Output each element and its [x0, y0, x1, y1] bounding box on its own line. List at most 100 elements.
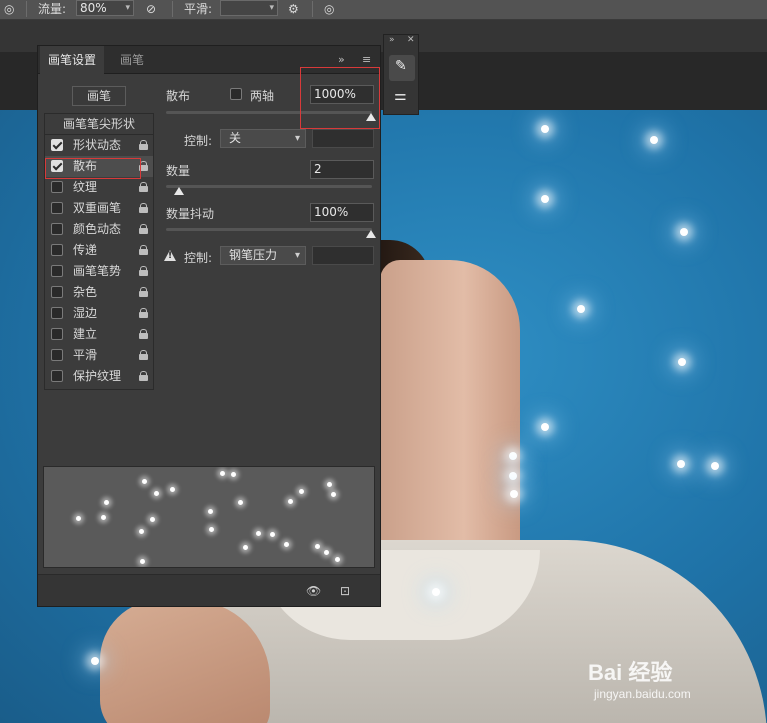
scatter-control-extra-field[interactable] [312, 129, 374, 148]
preview-dot [299, 489, 304, 494]
preview-dot [209, 527, 214, 532]
protect-texture-checkbox[interactable] [51, 370, 63, 382]
noise-checkbox[interactable] [51, 286, 63, 298]
adjustments-dock-button[interactable]: ⚌ [389, 85, 415, 111]
flow-input[interactable]: 80% ▾ [76, 0, 134, 16]
list-item-label: 颜色动态 [73, 222, 122, 236]
sparkle [577, 305, 585, 313]
dual-brush-checkbox[interactable] [51, 202, 63, 214]
brush-icon: ✎ [395, 58, 407, 74]
lock-icon[interactable] [139, 266, 148, 277]
scatter-label: 散布 [166, 89, 191, 103]
panel-menu-icon[interactable]: ≡ [362, 53, 371, 66]
list-item-label: 传递 [73, 243, 98, 257]
preview-dot [315, 544, 320, 549]
lock-icon[interactable] [139, 182, 148, 193]
list-item-transfer[interactable]: 传递 [45, 240, 153, 261]
gear-icon[interactable]: ⚙ [288, 0, 299, 20]
airbrush-icon[interactable]: ◎ [4, 0, 14, 20]
count-slider[interactable] [166, 185, 372, 188]
list-item-color-dynamics[interactable]: 颜色动态 [45, 219, 153, 240]
sparkle [650, 136, 658, 144]
preview-dot [139, 529, 144, 534]
count-jitter-control-value: 钢笔压力 [229, 248, 278, 262]
preview-dot [170, 487, 175, 492]
sliders-icon: ⚌ [394, 88, 407, 104]
brush-pose-checkbox[interactable] [51, 265, 63, 277]
expand-icon[interactable]: » [338, 53, 345, 66]
lock-icon[interactable] [139, 140, 148, 151]
list-item-label: 杂色 [73, 285, 98, 299]
sparkle [541, 125, 549, 133]
sparkle [432, 588, 440, 596]
preview-dot [243, 545, 248, 550]
build-up-checkbox[interactable] [51, 328, 63, 340]
chevron-down-icon[interactable]: ▾ [269, 1, 274, 15]
count-slider-thumb[interactable] [174, 187, 184, 195]
lock-icon[interactable] [139, 287, 148, 298]
brush-tip-shape-item[interactable]: 画笔笔尖形状 [45, 114, 153, 135]
divider [26, 1, 27, 17]
sparkle [678, 358, 686, 366]
list-item-noise[interactable]: 杂色 [45, 282, 153, 303]
chevron-down-icon[interactable]: ▾ [125, 1, 130, 15]
both-axes-label: 两轴 [250, 89, 275, 103]
list-item-smoothing[interactable]: 平滑 [45, 345, 153, 366]
close-icon[interactable]: ✕ [407, 35, 415, 45]
count-jitter-slider-thumb[interactable] [366, 230, 376, 238]
count-value-input[interactable]: 2 [310, 160, 374, 179]
list-item-label: 建立 [73, 327, 98, 341]
chevron-down-icon[interactable]: ▾ [295, 130, 300, 147]
flow-label: 流量: [38, 2, 67, 16]
scatter-control-select[interactable]: 关 ▾ [220, 129, 306, 148]
new-brush-icon[interactable]: ⊡ [340, 584, 350, 598]
preview-dot [288, 499, 293, 504]
wet-edges-checkbox[interactable] [51, 307, 63, 319]
lock-icon[interactable] [139, 224, 148, 235]
lock-icon[interactable] [139, 203, 148, 214]
list-item-label: 纹理 [73, 180, 98, 194]
transfer-checkbox[interactable] [51, 244, 63, 256]
pressure-flow-icon[interactable]: ⊘ [146, 0, 156, 20]
tab-brush-settings[interactable]: 画笔设置 [40, 46, 105, 74]
list-item-brush-pose[interactable]: 画笔笔势 [45, 261, 153, 282]
count-jitter-slider[interactable] [166, 228, 372, 231]
list-item-shape-dynamics[interactable]: 形状动态 [45, 135, 153, 156]
smoothing-checkbox[interactable] [51, 349, 63, 361]
toggle-preview-icon[interactable]: 👁 [306, 584, 321, 598]
preview-dot [140, 559, 145, 564]
count-jitter-control-label: 控制: [184, 251, 213, 265]
collapse-icon[interactable]: » [389, 35, 395, 45]
pressure-size-icon[interactable]: ◎ [324, 0, 334, 20]
lock-icon[interactable] [139, 371, 148, 382]
brush-settings-dock-button[interactable]: ✎ [389, 55, 415, 81]
list-item-wet-edges[interactable]: 湿边 [45, 303, 153, 324]
brush-options-list: 画笔笔尖形状 形状动态 散布 纹理 双重画笔 颜色动态 传递 画笔笔势 杂色 湿… [44, 113, 154, 390]
count-label: 数量 [166, 164, 191, 178]
warning-icon [164, 250, 176, 261]
list-item-label: 画笔笔势 [73, 264, 122, 278]
count-jitter-control-extra-field[interactable] [312, 246, 374, 265]
texture-checkbox[interactable] [51, 181, 63, 193]
both-axes-checkbox[interactable] [230, 88, 242, 100]
brush-stroke-preview [43, 466, 375, 568]
chevron-down-icon[interactable]: ▾ [295, 247, 300, 264]
color-dynamics-checkbox[interactable] [51, 223, 63, 235]
list-item-build-up[interactable]: 建立 [45, 324, 153, 345]
lock-icon[interactable] [139, 245, 148, 256]
count-jitter-value-input[interactable]: 100% [310, 203, 374, 222]
lock-icon[interactable] [139, 308, 148, 319]
count-jitter-label: 数量抖动 [166, 207, 215, 221]
list-item-dual-brush[interactable]: 双重画笔 [45, 198, 153, 219]
list-item-texture[interactable]: 纹理 [45, 177, 153, 198]
list-item-label: 平滑 [73, 348, 98, 362]
lock-icon[interactable] [139, 350, 148, 361]
count-jitter-control-select[interactable]: 钢笔压力 ▾ [220, 246, 306, 265]
list-item-protect-texture[interactable]: 保护纹理 [45, 366, 153, 387]
lock-icon[interactable] [139, 329, 148, 340]
smooth-input[interactable]: ▾ [220, 0, 278, 16]
tab-brushes[interactable]: 画笔 [112, 46, 152, 74]
brushes-button[interactable]: 画笔 [72, 86, 126, 106]
shape-dynamics-checkbox[interactable] [51, 139, 63, 151]
preview-dot [335, 557, 340, 562]
